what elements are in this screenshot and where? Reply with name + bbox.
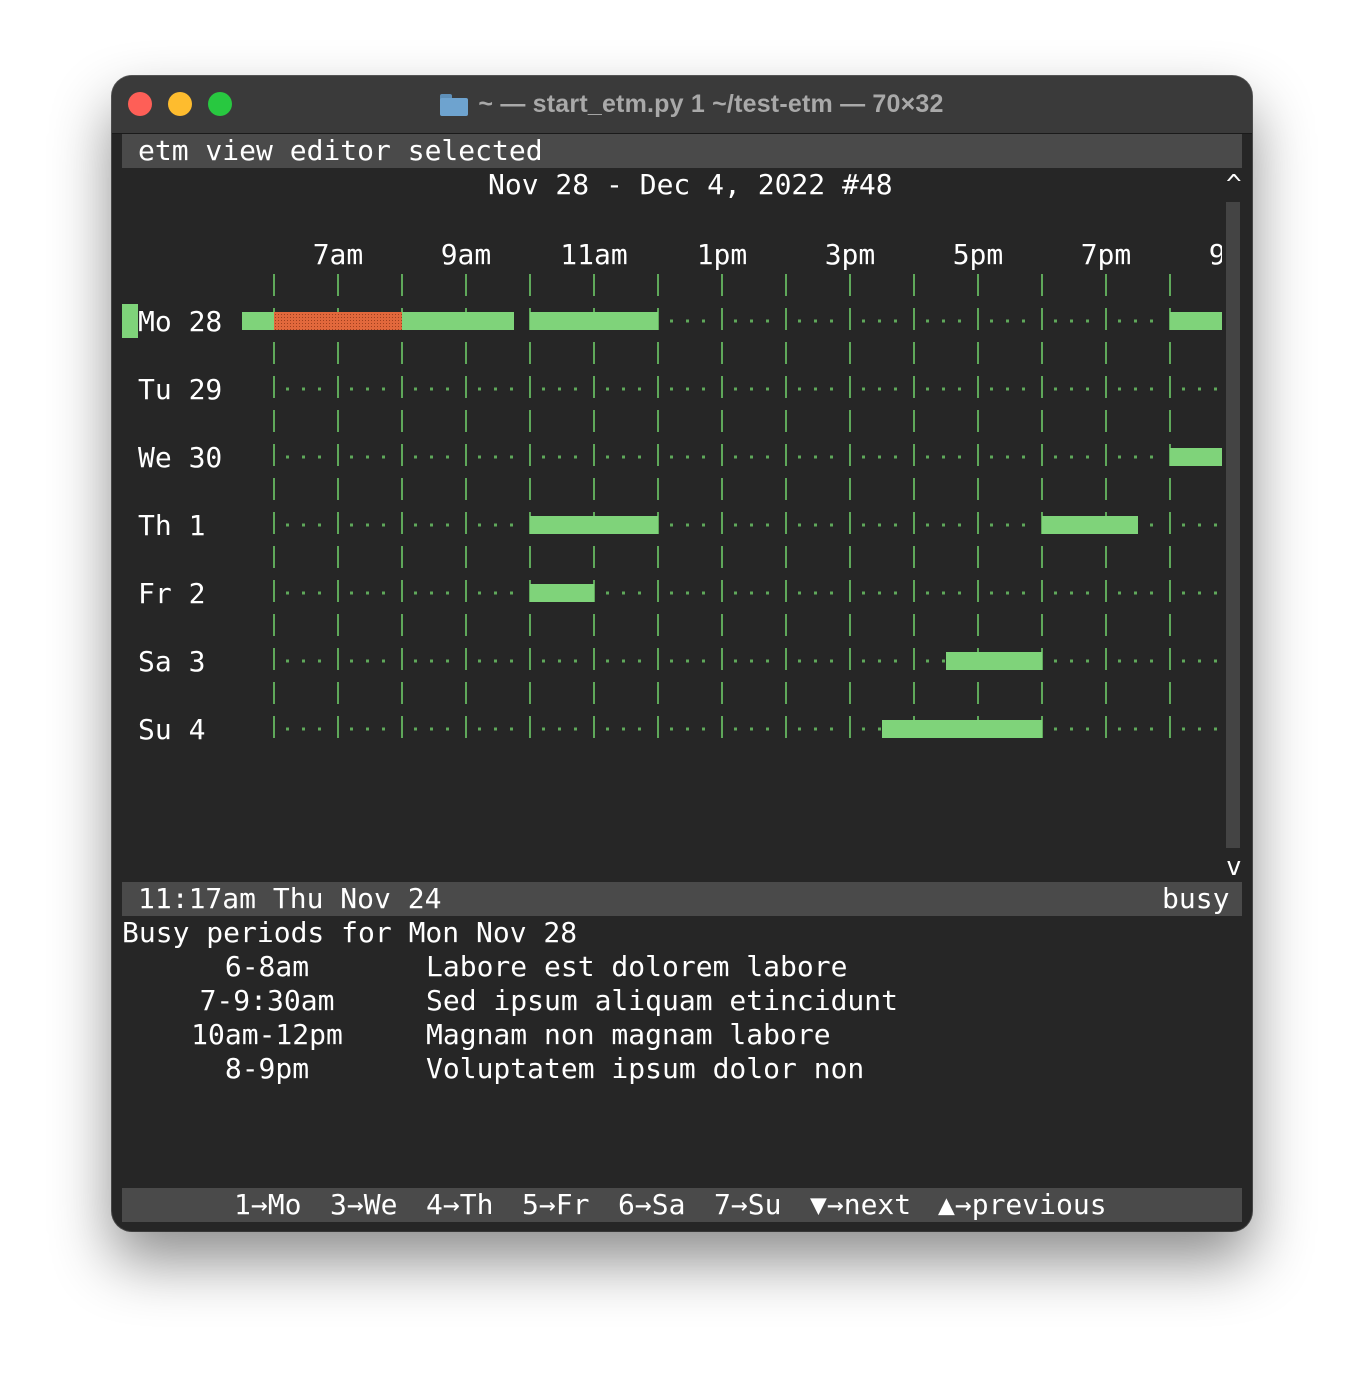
busy-bar — [530, 516, 658, 534]
shortcut-item[interactable]: 3→We — [330, 1188, 397, 1222]
week-busy-grid: 7am 9am 11am 1pm 3pm 5pm 7pm 9pm Mo 28 Tu 29 We 30… — [138, 238, 1222, 746]
day-label: Su 4 — [138, 713, 205, 746]
hour-label: 9am — [441, 238, 492, 271]
hour-label: 3pm — [825, 238, 876, 271]
scroll-down-arrow[interactable]: v — [1226, 850, 1242, 884]
busy-period-time: 7-9:30am — [199, 984, 335, 1017]
day-label: Fr 2 — [138, 577, 205, 610]
view-mode: busy — [1162, 882, 1230, 915]
busy-bar — [530, 312, 658, 330]
day-label: We 30 — [138, 441, 222, 474]
hour-label: 1pm — [697, 238, 748, 271]
busy-bar — [530, 584, 594, 602]
shortcut-item[interactable]: 5→Fr — [522, 1188, 589, 1222]
hour-label: 7am — [313, 238, 364, 271]
hour-label: 7pm — [1081, 238, 1132, 271]
busy-period-summary[interactable]: Voluptatem ipsum dolor non — [426, 1052, 864, 1086]
busy-period-time: 6-8am — [224, 950, 310, 983]
busy-period-summary[interactable]: Magnam non magnam labore — [426, 1018, 831, 1052]
day-cursor — [122, 304, 138, 338]
busy-period-summary[interactable]: Sed ipsum aliquam etincidunt — [426, 984, 898, 1018]
current-time: 11:17am Thu Nov 24 — [138, 882, 442, 915]
hour-label: 11am — [560, 238, 627, 271]
details-heading: Busy periods for Mon Nov 28 — [122, 916, 578, 949]
terminal-content: etm view editor selected Nov 28 - Dec 4,… — [122, 134, 1242, 1224]
busy-period-summary[interactable]: Labore est dolorem labore — [426, 950, 847, 984]
shortcut-item[interactable]: 7→Su — [714, 1188, 781, 1222]
shortcut-item[interactable]: ▼→next — [810, 1188, 911, 1222]
busy-bar — [1170, 312, 1222, 330]
busy-bar — [402, 312, 514, 330]
shortcut-item[interactable]: ▲→previous — [938, 1188, 1107, 1222]
conflict-bar — [274, 312, 402, 330]
day-label: Tu 29 — [138, 373, 222, 406]
shortcut-item[interactable]: 4→Th — [426, 1188, 493, 1222]
busy-period-time: 10am-12pm — [191, 1018, 343, 1051]
day-label: Sa 3 — [138, 645, 205, 678]
hour-label: 9pm — [1209, 238, 1222, 271]
scrollbar[interactable] — [1226, 202, 1240, 848]
busy-period-time: 8-9pm — [224, 1052, 310, 1085]
busy-bar — [242, 312, 274, 330]
scroll-up-arrow[interactable]: ^ — [1226, 168, 1242, 202]
shortcut-item[interactable]: 6→Sa — [618, 1188, 685, 1222]
busy-bar — [1170, 448, 1222, 466]
window-title: ~ — start_etm.py 1 ~/test-etm — 70×32 — [478, 90, 944, 118]
day-label: Th 1 — [138, 509, 205, 542]
shortcut-item[interactable]: 1→Mo — [234, 1188, 301, 1222]
busy-bar — [882, 720, 1042, 738]
day-label: Mo 28 — [138, 305, 222, 338]
hour-label: 5pm — [953, 238, 1004, 271]
busy-bar — [946, 652, 1042, 670]
title-bar: ~ — start_etm.py 1 ~/test-etm — 70×32 — [112, 76, 1252, 134]
folder-icon — [440, 93, 469, 116]
busy-bar — [1042, 516, 1138, 534]
terminal-window: ~ — start_etm.py 1 ~/test-etm — 70×32 et… — [112, 76, 1252, 1231]
